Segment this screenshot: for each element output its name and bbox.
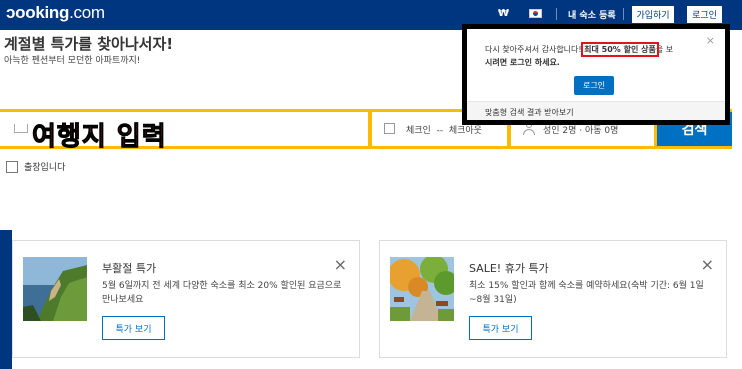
hero-title: 계절별 특가를 찾아나서자! <box>4 35 174 53</box>
popup-login-button[interactable]: 로그인 <box>574 76 614 95</box>
promo-title: 부활절 특가 <box>102 262 157 275</box>
booking-logo[interactable]: ɔooking.com <box>6 3 105 23</box>
calendar-icon <box>384 123 395 134</box>
destination-input[interactable]: 여행지 입력 <box>0 112 368 153</box>
autumn-park-image <box>390 257 454 321</box>
divider <box>623 8 624 20</box>
close-icon[interactable]: × <box>706 35 715 46</box>
promo-section: 부활절 특가 5월 6일까지 전 세계 다양한 숙소를 최소 20% 할인된 요… <box>12 229 742 369</box>
hero-subtitle: 아늑한 펜션부터 모던한 아파트까지! <box>4 56 141 66</box>
language-flag-icon[interactable] <box>529 9 542 18</box>
view-deals-button[interactable]: 특가 보기 <box>469 316 532 340</box>
promo-description: 최소 15% 할인과 함께 숙소를 예약하세요(숙박 기간: 6월 1일~8월 … <box>469 281 704 305</box>
close-icon[interactable]: × <box>334 257 347 273</box>
signup-button[interactable]: 가입하기 <box>632 6 674 23</box>
close-icon[interactable]: × <box>701 257 714 273</box>
bed-icon <box>14 124 28 133</box>
business-trip-checkbox[interactable]: 출장입니다 <box>6 160 65 173</box>
promo-card-easter: 부활절 특가 5월 6일까지 전 세계 다양한 숙소를 최소 20% 할인된 요… <box>12 240 360 358</box>
currency-selector[interactable]: ₩ <box>498 8 509 19</box>
discount-highlight: 최대 50% 할인 상품 <box>581 42 659 57</box>
checkbox[interactable] <box>6 160 18 173</box>
business-trip-label: 출장입니다 <box>24 163 66 173</box>
popup-footer-link[interactable]: 맞춤형 검색 결과 받아보기 <box>467 101 725 120</box>
login-button[interactable]: 로그인 <box>687 6 722 23</box>
popup-message: 다시 찾아주셔서 감사합니다! 최대 50% 할인 상품을 보 시려면 로그인 하… <box>485 42 674 67</box>
destination-annotation: 여행지 입력 <box>32 122 167 153</box>
promo-description: 5월 6일까지 전 세계 다양한 숙소를 최소 20% 할인된 요금으로 만나보… <box>102 281 342 305</box>
promo-card-summer: SALE! 휴가 특가 최소 15% 할인과 함께 숙소를 예약하세요(숙박 기… <box>379 240 727 358</box>
coastal-cliff-image <box>23 257 87 321</box>
promo-title: SALE! 휴가 특가 <box>469 262 549 275</box>
list-property-link[interactable]: 내 숙소 등록 <box>568 8 616 21</box>
login-popup: × 다시 찾아주셔서 감사합니다! 최대 50% 할인 상품을 보 시려면 로그인… <box>462 24 730 125</box>
divider <box>556 8 557 20</box>
view-deals-button[interactable]: 특가 보기 <box>102 316 165 340</box>
